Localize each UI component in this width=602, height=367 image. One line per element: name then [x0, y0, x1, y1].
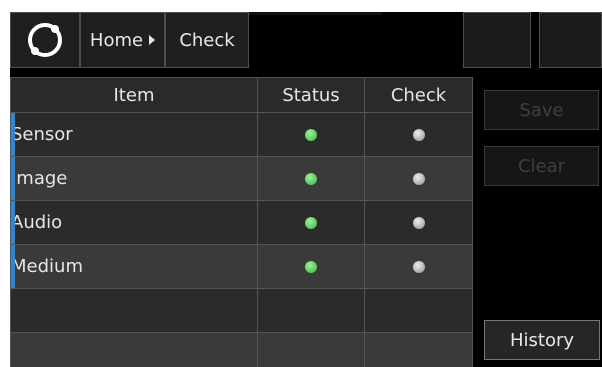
table-row-empty [10, 288, 473, 333]
table-row[interactable]: Image [10, 156, 473, 201]
breadcrumb-current[interactable]: Check [165, 12, 249, 68]
breadcrumb-home-label: Home [89, 29, 144, 51]
column-header-check: Check [364, 77, 473, 113]
check-indicator-gray-icon [412, 129, 425, 141]
table-row[interactable]: Audio [10, 200, 473, 245]
check-cell [364, 200, 473, 245]
column-header-item: Item [10, 77, 258, 113]
status-indicator-green-icon [305, 261, 317, 273]
check-table: Item Status Check Sensor Image Audio Med… [10, 77, 473, 367]
status-cell [257, 156, 365, 201]
breadcrumb-current-label: Check [179, 29, 235, 51]
empty-cell [364, 332, 473, 367]
empty-cell [10, 332, 258, 367]
save-button[interactable]: Save [484, 90, 599, 130]
history-button[interactable]: History [484, 320, 600, 360]
table-row[interactable]: Medium [10, 244, 473, 289]
table-header-row: Item Status Check [10, 77, 473, 113]
row-item-label: Medium [10, 244, 258, 289]
check-cell [364, 244, 473, 289]
check-indicator-gray-icon [412, 217, 425, 229]
status-cell [257, 244, 365, 289]
app-screen: Home Check Item Status Check Sensor Imag… [10, 12, 602, 367]
chevron-right-icon [149, 35, 156, 45]
row-item-label: Sensor [10, 112, 258, 157]
status-cell [257, 112, 365, 157]
check-cell [364, 112, 473, 157]
toolbar-slot-1[interactable] [463, 12, 531, 68]
table-row-empty [10, 332, 473, 367]
empty-cell [257, 288, 365, 333]
check-indicator-gray-icon [412, 173, 425, 185]
loading-ring-icon [28, 23, 62, 57]
breadcrumb-home[interactable]: Home [80, 12, 165, 68]
check-indicator-gray-icon [412, 261, 425, 273]
clear-button[interactable]: Clear [484, 146, 599, 186]
status-cell [257, 200, 365, 245]
status-indicator-green-icon [305, 129, 317, 141]
row-item-label: Image [10, 156, 258, 201]
menu-logo-button[interactable] [10, 12, 80, 68]
empty-cell [257, 332, 365, 367]
status-indicator-green-icon [305, 173, 317, 185]
top-bar: Home Check [10, 12, 602, 68]
table-row[interactable]: Sensor [10, 112, 473, 157]
empty-cell [364, 288, 473, 333]
status-indicator-green-icon [305, 217, 317, 229]
empty-cell [10, 288, 258, 333]
row-item-label: Audio [10, 200, 258, 245]
check-cell [364, 156, 473, 201]
toolbar-slot-2[interactable] [539, 12, 602, 68]
column-header-status: Status [257, 77, 365, 113]
